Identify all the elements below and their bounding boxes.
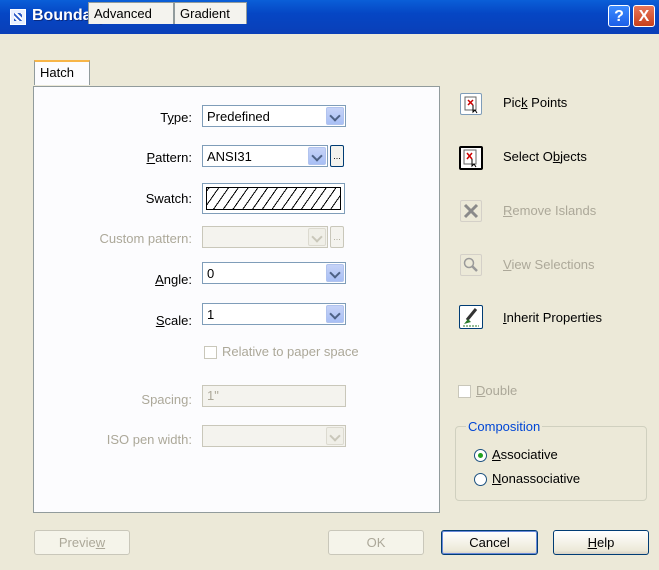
composition-group	[455, 426, 647, 501]
type-combo[interactable]: Predefined	[202, 105, 346, 127]
cancel-button[interactable]: Cancel	[441, 530, 538, 555]
chevron-down-icon	[308, 228, 326, 246]
tab-advanced[interactable]: Advanced	[88, 2, 174, 24]
chevron-down-icon[interactable]	[326, 305, 344, 323]
select-objects-label: Select Objects	[503, 149, 587, 164]
scale-combo[interactable]: 1	[202, 303, 346, 325]
double-label: Double	[476, 383, 518, 398]
inherit-properties-icon	[463, 308, 479, 327]
custom-pattern-label: Custom pattern:	[99, 231, 193, 246]
chevron-down-icon[interactable]	[308, 147, 326, 165]
hatch-app-icon	[10, 9, 26, 25]
spacing-field: 1"	[202, 385, 346, 407]
angle-label: Angle:	[155, 272, 192, 287]
pick-points-icon	[464, 96, 478, 114]
pattern-value: ANSI31	[207, 149, 252, 164]
relative-paper-space-label: Relative to paper space	[222, 344, 359, 359]
remove-islands-label: Remove Islands	[503, 203, 597, 218]
inherit-properties-label: Inherit Properties	[503, 310, 603, 325]
help-button[interactable]: Help	[553, 530, 649, 555]
chevron-down-icon	[326, 427, 344, 445]
swatch-label: Swatch:	[145, 191, 192, 206]
angle-value: 0	[207, 266, 215, 281]
custom-pattern-combo	[202, 226, 328, 248]
hatch-swatch-preview	[206, 187, 341, 210]
pick-points-button[interactable]	[460, 93, 482, 115]
magnifier-icon	[463, 257, 478, 272]
iso-pen-width-label: ISO pen width:	[106, 432, 192, 447]
pattern-combo[interactable]: ANSI31	[202, 145, 328, 167]
inherit-properties-button[interactable]	[459, 305, 483, 329]
composition-legend: Composition	[466, 419, 543, 434]
type-label: Type:	[160, 110, 192, 125]
help-title-button[interactable]: ?	[608, 5, 630, 27]
scale-label: Scale:	[155, 313, 192, 328]
view-selections-button	[460, 254, 482, 276]
associative-radio[interactable]	[474, 449, 487, 462]
double-checkbox	[458, 385, 471, 398]
spacing-label: Spacing:	[141, 392, 192, 407]
chevron-down-icon[interactable]	[326, 107, 344, 125]
scale-value: 1	[207, 307, 215, 322]
view-selections-label: View Selections	[503, 257, 595, 272]
close-button[interactable]: X	[633, 5, 655, 27]
angle-combo[interactable]: 0	[202, 262, 346, 284]
ok-button: OK	[328, 530, 424, 555]
nonassociative-label[interactable]: Nonassociative	[492, 471, 580, 486]
pick-points-label: Pick Points	[503, 95, 568, 110]
remove-islands-button	[460, 200, 482, 222]
type-value: Predefined	[207, 109, 270, 124]
remove-islands-icon	[463, 203, 479, 219]
nonassociative-radio[interactable]	[474, 473, 487, 486]
associative-label[interactable]: Associative	[492, 447, 558, 462]
tab-hatch[interactable]: Hatch	[34, 60, 90, 85]
tab-gradient[interactable]: Gradient	[174, 2, 247, 24]
relative-paper-space-checkbox	[204, 346, 217, 359]
preview-button: Preview	[34, 530, 130, 555]
pattern-swatch[interactable]	[202, 183, 345, 214]
chevron-down-icon[interactable]	[326, 264, 344, 282]
select-objects-button[interactable]	[459, 146, 483, 170]
pattern-label: Pattern:	[146, 150, 192, 165]
iso-pen-width-combo	[202, 425, 346, 447]
select-objects-icon	[463, 149, 477, 168]
pattern-browse-button[interactable]: ...	[330, 145, 344, 167]
custom-pattern-browse-button: ...	[330, 226, 344, 248]
